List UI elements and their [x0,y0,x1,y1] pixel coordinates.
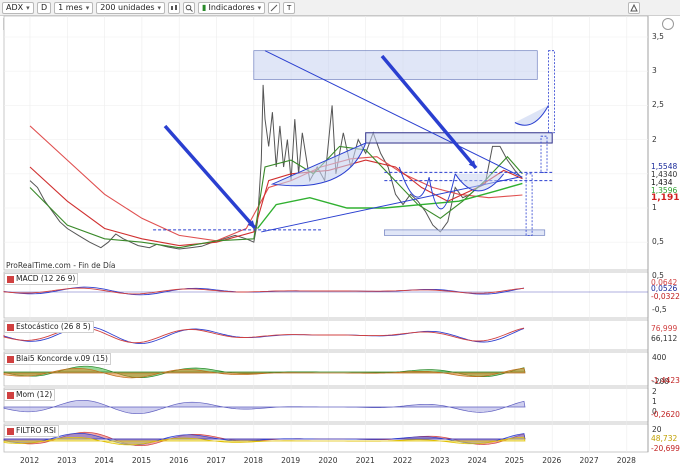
macd-panel-label-text: MACD (12 26 9) [16,274,76,283]
price-axis-value-tag: 1,1915 [650,194,680,203]
x-axis-tick-label: 2024 [467,456,487,465]
x-axis-tick-label: 2026 [542,456,562,465]
x-axis-tick-label: 2014 [94,456,114,465]
koncorde-panel-label[interactable]: Blai5 Koncorde v.09 (15) [4,353,111,365]
x-axis-tick-label: 2012 [20,456,40,465]
rsi-value-tag: 48,732 [651,434,678,443]
rsi-value-tag: -20,699 [651,444,680,453]
x-axis-tick-label: 2013 [57,456,77,465]
x-axis-tick-label: 2019 [281,456,301,465]
x-axis-tick-label: 2022 [393,456,413,465]
koncorde-panel-label-swatch [7,355,14,363]
macd-panel-label[interactable]: MACD (12 26 9) [4,273,79,285]
panel-frame [3,271,649,319]
price-axis-tick-label: 3 [652,66,657,76]
stochastic-value-tag: 66,112 [651,334,678,343]
macd-axis-tick: -0,5 [652,305,667,314]
price-axis-tick-label: 2,5 [652,100,664,110]
resistance-box [365,132,553,144]
x-axis-tick-label: 2025 [504,456,524,465]
koncorde-axis-tick: 400 [652,353,667,362]
x-axis-tick-label: 2028 [616,456,636,465]
x-axis-tick-label: 2015 [131,456,151,465]
x-axis-tick-label: 2020 [318,456,338,465]
x-axis-tick-label: 2017 [206,456,226,465]
momentum-axis-tick: 1 [652,397,657,406]
stochastic-panel-label-swatch [7,323,14,331]
macd-panel-label-swatch [7,275,14,283]
data-source-note: ProRealTime.com - Fin de Día [6,261,116,270]
x-axis-tick-label: 2023 [430,456,450,465]
price-axis-tick-label: 0,5 [652,237,664,247]
support-box [384,229,546,236]
chart-canvas[interactable] [0,0,680,466]
x-axis-tick-label: 2021 [355,456,375,465]
range-box-top [253,50,538,80]
rsi-panel-label[interactable]: FILTRO RSI [4,425,59,437]
rsi-axis-tick: 20 [652,425,662,434]
stochastic-panel-label[interactable]: Estocástico (26 8 5) [4,321,94,333]
price-axis-tick-label: 2 [652,134,657,144]
momentum-panel-label[interactable]: Mom (12) [4,389,56,401]
price-axis-tick-label: 3,5 [652,32,664,41]
koncorde-value-tag: -1,4423 [651,376,680,385]
momentum-panel-label-text: Mom (12) [16,390,53,399]
x-axis-tick-label: 2018 [243,456,263,465]
macd-value-tag: -0,0322 [651,292,680,301]
rsi-panel-label-text: FILTRO RSI [16,426,56,435]
momentum-panel-label-swatch [7,391,14,399]
stochastic-value-tag: 76,999 [651,324,678,333]
stochastic-panel-label-text: Estocástico (26 8 5) [16,322,91,331]
koncorde-panel-label-text: Blai5 Koncorde v.09 (15) [16,354,108,363]
x-axis-tick-label: 2027 [579,456,599,465]
momentum-axis-tick: 2 [652,387,657,396]
momentum-value-tag: -0,2620 [651,410,680,419]
x-axis-tick-label: 2016 [169,456,189,465]
price-axis-tick-label: 1 [652,203,657,212]
rsi-panel-label-swatch [7,427,14,435]
